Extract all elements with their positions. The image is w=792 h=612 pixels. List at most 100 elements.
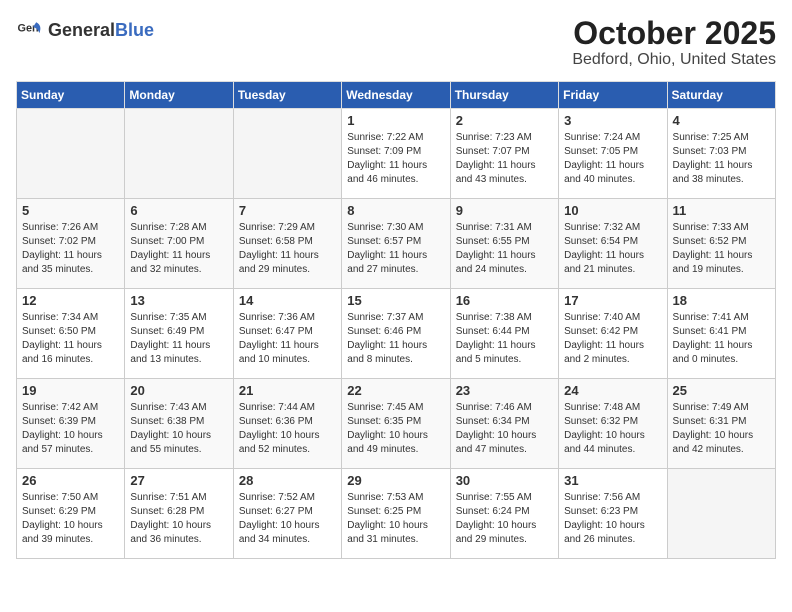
day-number: 26 [22,473,119,488]
calendar-cell: 30 Sunrise: 7:55 AMSunset: 6:24 PMDayligh… [450,469,558,559]
calendar-cell: 3 Sunrise: 7:24 AMSunset: 7:05 PMDaylight… [559,109,667,199]
calendar-cell: 14Sunrise: 7:36 AMSunset: 6:47 PMDayligh… [233,289,341,379]
day-number: 29 [347,473,444,488]
calendar-header-row: SundayMondayTuesdayWednesdayThursdayFrid… [17,82,776,109]
calendar-cell: 6 Sunrise: 7:28 AMSunset: 7:00 PMDaylight… [125,199,233,289]
calendar-cell: 8Sunrise: 7:30 AMSunset: 6:57 PMDaylight… [342,199,450,289]
calendar-week-row: 26 Sunrise: 7:50 AMSunset: 6:29 PMDayligh… [17,469,776,559]
day-info: Sunrise: 7:24 AMSunset: 7:05 PMDaylight:… [564,131,661,187]
day-info: Sunrise: 7:43 AMSunset: 6:38 PMDaylight:… [130,401,227,457]
day-number: 3 [564,113,661,128]
calendar-cell: 16Sunrise: 7:38 AMSunset: 6:44 PMDayligh… [450,289,558,379]
day-number: 6 [130,203,227,218]
calendar-cell: 17 Sunrise: 7:40 AMSunset: 6:42 PMDayligh… [559,289,667,379]
day-info: Sunrise: 7:28 AMSunset: 7:00 PMDaylight:… [130,221,227,277]
calendar-cell: 10 Sunrise: 7:32 AMSunset: 6:54 PMDayligh… [559,199,667,289]
day-info: Sunrise: 7:34 AMSunset: 6:50 PMDaylight:… [22,311,119,367]
month-title: October 2025 [572,16,776,51]
day-number: 11 [673,203,770,218]
day-info: Sunrise: 7:40 AMSunset: 6:42 PMDaylight:… [564,311,661,367]
location-title: Bedford, Ohio, United States [572,51,776,69]
day-number: 9 [456,203,553,218]
calendar-cell [233,109,341,199]
day-info: Sunrise: 7:53 AMSunset: 6:25 PMDaylight:… [347,491,444,547]
day-number: 24 [564,383,661,398]
calendar-cell: 13 Sunrise: 7:35 AMSunset: 6:49 PMDayligh… [125,289,233,379]
day-info: Sunrise: 7:31 AMSunset: 6:55 PMDaylight:… [456,221,553,277]
day-number: 22 [347,383,444,398]
day-number: 25 [673,383,770,398]
header-day-wednesday: Wednesday [342,82,450,109]
header-day-saturday: Saturday [667,82,775,109]
day-info: Sunrise: 7:46 AMSunset: 6:34 PMDaylight:… [456,401,553,457]
day-info: Sunrise: 7:29 AMSunset: 6:58 PMDaylight:… [239,221,336,277]
calendar-cell: 28Sunrise: 7:52 AMSunset: 6:27 PMDayligh… [233,469,341,559]
calendar-cell: 15 Sunrise: 7:37 AMSunset: 6:46 PMDayligh… [342,289,450,379]
day-number: 17 [564,293,661,308]
calendar-cell: 11 Sunrise: 7:33 AMSunset: 6:52 PMDayligh… [667,199,775,289]
calendar-cell: 29 Sunrise: 7:53 AMSunset: 6:25 PMDayligh… [342,469,450,559]
day-number: 18 [673,293,770,308]
day-number: 5 [22,203,119,218]
day-info: Sunrise: 7:38 AMSunset: 6:44 PMDaylight:… [456,311,553,367]
calendar-cell [125,109,233,199]
day-number: 14 [239,293,336,308]
day-info: Sunrise: 7:44 AMSunset: 6:36 PMDaylight:… [239,401,336,457]
day-info: Sunrise: 7:51 AMSunset: 6:28 PMDaylight:… [130,491,227,547]
day-info: Sunrise: 7:32 AMSunset: 6:54 PMDaylight:… [564,221,661,277]
day-number: 30 [456,473,553,488]
day-number: 28 [239,473,336,488]
title-area: October 2025 Bedford, Ohio, United State… [572,16,776,69]
calendar-cell: 31 Sunrise: 7:56 AMSunset: 6:23 PMDayligh… [559,469,667,559]
day-info: Sunrise: 7:35 AMSunset: 6:49 PMDaylight:… [130,311,227,367]
day-number: 7 [239,203,336,218]
day-info: Sunrise: 7:23 AMSunset: 7:07 PMDaylight:… [456,131,553,187]
day-number: 1 [347,113,444,128]
day-number: 13 [130,293,227,308]
day-info: Sunrise: 7:41 AMSunset: 6:41 PMDaylight:… [673,311,770,367]
calendar-cell: 25 Sunrise: 7:49 AMSunset: 6:31 PMDayligh… [667,379,775,469]
day-number: 12 [22,293,119,308]
calendar-cell: 24 Sunrise: 7:48 AMSunset: 6:32 PMDayligh… [559,379,667,469]
calendar-cell: 4Sunrise: 7:25 AMSunset: 7:03 PMDaylight… [667,109,775,199]
day-number: 20 [130,383,227,398]
logo-text-blue: Blue [115,20,154,40]
day-info: Sunrise: 7:48 AMSunset: 6:32 PMDaylight:… [564,401,661,457]
logo-text-general: General [48,20,115,40]
day-number: 15 [347,293,444,308]
calendar-cell [667,469,775,559]
day-info: Sunrise: 7:26 AMSunset: 7:02 PMDaylight:… [22,221,119,277]
calendar-week-row: 12 Sunrise: 7:34 AMSunset: 6:50 PMDayligh… [17,289,776,379]
calendar-cell: 5 Sunrise: 7:26 AMSunset: 7:02 PMDaylight… [17,199,125,289]
calendar-cell [17,109,125,199]
calendar-cell: 22 Sunrise: 7:45 AMSunset: 6:35 PMDayligh… [342,379,450,469]
day-number: 31 [564,473,661,488]
calendar-cell: 19Sunrise: 7:42 AMSunset: 6:39 PMDayligh… [17,379,125,469]
calendar-cell: 7 Sunrise: 7:29 AMSunset: 6:58 PMDaylight… [233,199,341,289]
day-info: Sunrise: 7:56 AMSunset: 6:23 PMDaylight:… [564,491,661,547]
day-info: Sunrise: 7:55 AMSunset: 6:24 PMDaylight:… [456,491,553,547]
day-info: Sunrise: 7:49 AMSunset: 6:31 PMDaylight:… [673,401,770,457]
calendar-week-row: 5 Sunrise: 7:26 AMSunset: 7:02 PMDaylight… [17,199,776,289]
day-info: Sunrise: 7:33 AMSunset: 6:52 PMDaylight:… [673,221,770,277]
logo-icon: Gen [16,16,44,44]
day-number: 2 [456,113,553,128]
day-number: 4 [673,113,770,128]
day-number: 19 [22,383,119,398]
day-info: Sunrise: 7:22 AMSunset: 7:09 PMDaylight:… [347,131,444,187]
header-day-sunday: Sunday [17,82,125,109]
day-number: 27 [130,473,227,488]
day-number: 10 [564,203,661,218]
header-day-monday: Monday [125,82,233,109]
day-number: 21 [239,383,336,398]
day-info: Sunrise: 7:30 AMSunset: 6:57 PMDaylight:… [347,221,444,277]
header-day-friday: Friday [559,82,667,109]
calendar-cell: 26 Sunrise: 7:50 AMSunset: 6:29 PMDayligh… [17,469,125,559]
day-info: Sunrise: 7:37 AMSunset: 6:46 PMDaylight:… [347,311,444,367]
calendar-cell: 20 Sunrise: 7:43 AMSunset: 6:38 PMDayligh… [125,379,233,469]
day-info: Sunrise: 7:50 AMSunset: 6:29 PMDaylight:… [22,491,119,547]
calendar-week-row: 1 Sunrise: 7:22 AMSunset: 7:09 PMDaylight… [17,109,776,199]
day-info: Sunrise: 7:45 AMSunset: 6:35 PMDaylight:… [347,401,444,457]
header: Gen GeneralBlue October 2025 Bedford, Oh… [16,16,776,69]
day-number: 23 [456,383,553,398]
